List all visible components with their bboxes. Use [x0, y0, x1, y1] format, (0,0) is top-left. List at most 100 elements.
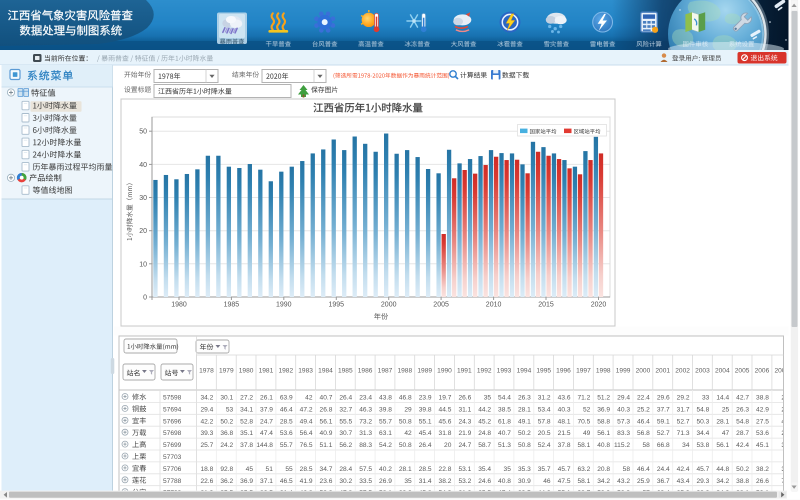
svg-text:1987: 1987	[378, 367, 393, 374]
svg-text:36.8: 36.8	[220, 430, 233, 437]
svg-text:21.9: 21.9	[458, 430, 471, 437]
svg-text:57.8: 57.8	[538, 418, 551, 425]
svg-text:30.9: 30.9	[518, 478, 531, 485]
svg-text:28.1: 28.1	[399, 466, 412, 473]
svg-text:31.3: 31.3	[359, 430, 372, 437]
svg-text:19.7: 19.7	[439, 395, 452, 402]
svg-text:1993: 1993	[497, 367, 512, 374]
svg-text:31.1: 31.1	[458, 406, 471, 413]
svg-text:24.8: 24.8	[478, 430, 491, 437]
svg-text:58: 58	[642, 442, 650, 449]
svg-text:57699: 57699	[163, 442, 182, 449]
svg-text:46.4: 46.4	[637, 418, 650, 425]
svg-text:1979: 1979	[219, 367, 234, 374]
svg-text:71.3: 71.3	[677, 430, 690, 437]
svg-text:51.2: 51.2	[597, 395, 610, 402]
svg-text:54.2: 54.2	[379, 442, 392, 449]
svg-text:42.4: 42.4	[677, 466, 690, 473]
svg-text:83.3: 83.3	[617, 430, 630, 437]
svg-text:52.7: 52.7	[677, 418, 690, 425]
svg-text:1982: 1982	[278, 367, 293, 374]
svg-text:38.2: 38.2	[439, 478, 452, 485]
svg-text:56.1: 56.1	[320, 418, 333, 425]
svg-text:1996: 1996	[556, 367, 571, 374]
svg-text:1980: 1980	[171, 302, 187, 309]
svg-text:63.2: 63.2	[577, 466, 590, 473]
svg-text:23.4: 23.4	[359, 395, 372, 402]
svg-text:23.6: 23.6	[320, 478, 333, 485]
svg-text:29.4: 29.4	[617, 395, 630, 402]
svg-text:40.8: 40.8	[498, 478, 511, 485]
svg-text:35: 35	[484, 395, 492, 402]
svg-text:54.8: 54.8	[736, 418, 749, 425]
svg-text:31.2: 31.2	[538, 395, 551, 402]
svg-text:51: 51	[266, 466, 274, 473]
svg-text:18.8: 18.8	[200, 466, 213, 473]
svg-text:37.1: 37.1	[260, 478, 273, 485]
svg-text:45.7: 45.7	[696, 466, 709, 473]
svg-text:58.1: 58.1	[577, 442, 590, 449]
svg-text:29.2: 29.2	[677, 395, 690, 402]
svg-text:42.2: 42.2	[200, 418, 213, 425]
svg-text:66.8: 66.8	[657, 442, 670, 449]
svg-text:2004: 2004	[715, 367, 730, 374]
svg-text:37.9: 37.9	[260, 406, 273, 413]
svg-text:57703: 57703	[163, 454, 182, 461]
svg-text:26.4: 26.4	[419, 442, 432, 449]
svg-text:55.7: 55.7	[280, 442, 293, 449]
svg-text:34.2: 34.2	[597, 478, 610, 485]
svg-text:88.3: 88.3	[359, 442, 372, 449]
svg-text:20: 20	[139, 228, 147, 235]
svg-text:46.3: 46.3	[359, 406, 372, 413]
svg-text:144.8: 144.8	[256, 442, 273, 449]
svg-text:40.7: 40.7	[498, 430, 511, 437]
svg-text:42.9: 42.9	[756, 406, 769, 413]
svg-text:32.7: 32.7	[339, 406, 352, 413]
svg-text:25.9: 25.9	[637, 478, 650, 485]
svg-text:46.4: 46.4	[637, 466, 650, 473]
svg-text:63.9: 63.9	[280, 395, 293, 402]
svg-text:51.3: 51.3	[498, 442, 511, 449]
svg-text:55.5: 55.5	[339, 418, 352, 425]
svg-text:50.2: 50.2	[220, 418, 233, 425]
svg-text:1992: 1992	[477, 367, 492, 374]
svg-text:41.9: 41.9	[300, 478, 313, 485]
svg-text:1980: 1980	[239, 367, 254, 374]
svg-text:53.8: 53.8	[696, 442, 709, 449]
svg-text:52.4: 52.4	[538, 442, 551, 449]
svg-text:45.4: 45.4	[419, 430, 432, 437]
svg-text:39.8: 39.8	[379, 406, 392, 413]
svg-text:38.2: 38.2	[756, 466, 769, 473]
svg-text:40.8: 40.8	[597, 442, 610, 449]
svg-text:51.1: 51.1	[320, 442, 333, 449]
svg-text:1978: 1978	[199, 367, 214, 374]
svg-text:35.1: 35.1	[240, 430, 253, 437]
svg-text:29.6: 29.6	[657, 395, 670, 402]
svg-text:47: 47	[722, 430, 730, 437]
svg-text:43.4: 43.4	[677, 478, 690, 485]
svg-text:22.4: 22.4	[637, 395, 650, 402]
svg-text:25.7: 25.7	[200, 442, 213, 449]
svg-text:45.1: 45.1	[756, 442, 769, 449]
svg-text:57694: 57694	[163, 406, 182, 413]
svg-text:38.5: 38.5	[498, 406, 511, 413]
svg-text:1998: 1998	[596, 367, 611, 374]
svg-text:1997: 1997	[576, 367, 591, 374]
svg-text:29: 29	[404, 406, 412, 413]
svg-text:34.2: 34.2	[716, 478, 729, 485]
svg-text:50.3: 50.3	[696, 418, 709, 425]
svg-text:2010: 2010	[486, 302, 502, 309]
svg-text:1983: 1983	[298, 367, 313, 374]
svg-text:48.1: 48.1	[558, 418, 571, 425]
svg-text:53.6: 53.6	[280, 430, 293, 437]
svg-text:57788: 57788	[163, 478, 182, 485]
svg-text:45.2: 45.2	[478, 418, 491, 425]
svg-text:26.9: 26.9	[379, 478, 392, 485]
svg-text:47.5: 47.5	[558, 478, 571, 485]
svg-text:36.9: 36.9	[240, 478, 253, 485]
svg-text:35: 35	[504, 466, 512, 473]
svg-text:47.2: 47.2	[300, 406, 313, 413]
svg-text:45: 45	[246, 466, 254, 473]
svg-text:76.5: 76.5	[300, 442, 313, 449]
svg-text:42: 42	[305, 395, 313, 402]
